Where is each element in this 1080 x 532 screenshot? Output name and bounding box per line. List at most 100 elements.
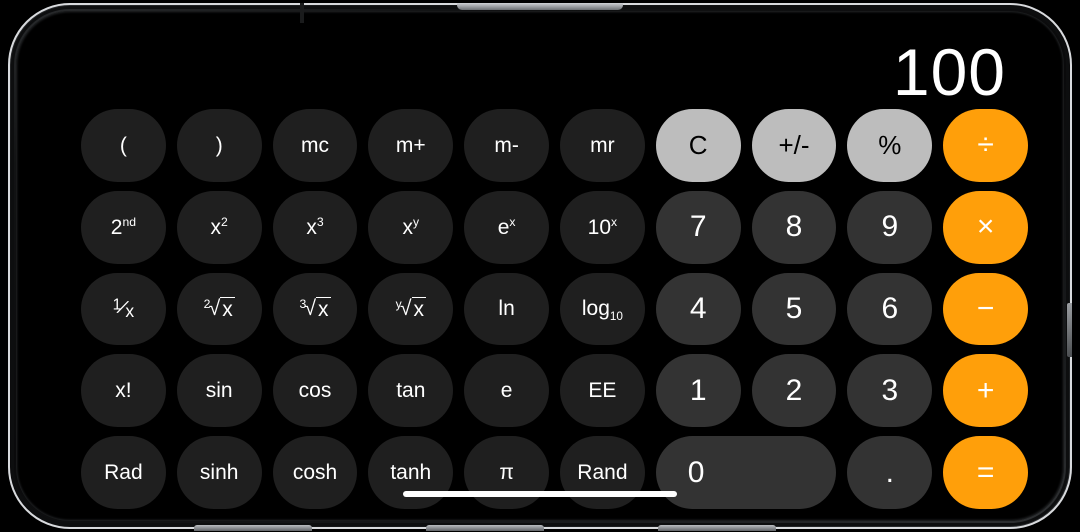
key-square-root-label: 2 √ x [203, 296, 235, 322]
key-factorial[interactable]: x! [81, 354, 166, 428]
key-0[interactable]: 0 [655, 436, 837, 509]
key-2[interactable]: 2 [751, 354, 837, 428]
key-cube-root-label: 3 √ x [299, 296, 331, 322]
key-divide[interactable]: ÷ [943, 109, 1028, 182]
key-e-power-x-label: ex [497, 214, 516, 239]
display-value: 100 [892, 35, 1006, 109]
key-rad-label: Rad [104, 461, 143, 485]
key-sign-toggle-label: +/- [778, 130, 810, 161]
key-sign-toggle[interactable]: +/- [751, 109, 837, 182]
key-2-label: 2 [785, 373, 803, 407]
key-mc-label: mc [300, 133, 329, 157]
key-close-paren-label: ) [215, 133, 223, 157]
key-x-squared-label: x2 [210, 214, 228, 239]
key-rand[interactable]: Rand [560, 436, 645, 509]
key-tan[interactable]: tan [368, 354, 454, 428]
key-equals-label: = [976, 455, 995, 489]
key-7[interactable]: 7 [655, 190, 741, 264]
key-mc[interactable]: mc [272, 109, 358, 182]
key-9-label: 9 [881, 210, 899, 244]
key-subtract[interactable]: − [943, 272, 1028, 346]
key-cube-root[interactable]: 3 √ x [272, 272, 358, 346]
key-ln[interactable]: ln [464, 272, 549, 346]
key-ten-power-x-label: 10x [587, 214, 618, 239]
bottom-edge-detail-left [194, 525, 312, 531]
phone-notch-bar [457, 3, 623, 10]
key-m-minus[interactable]: m- [464, 109, 549, 182]
key-second[interactable]: 2nd [81, 190, 166, 264]
key-clear[interactable]: C [655, 109, 741, 182]
calculator-display: 100 [30, 23, 1050, 109]
key-close-paren[interactable]: ) [176, 109, 262, 182]
bottom-edge-detail-right [658, 525, 776, 531]
key-decimal-label: . [885, 455, 894, 489]
key-reciprocal-label: 1 ⁄ x [112, 296, 135, 322]
key-second-label: 2nd [110, 214, 137, 239]
key-clear-label: C [688, 130, 708, 161]
key-m-minus-label: m- [494, 133, 519, 157]
key-8-label: 8 [785, 210, 803, 244]
key-sin[interactable]: sin [176, 354, 262, 428]
key-6[interactable]: 6 [847, 272, 933, 346]
key-7-label: 7 [689, 210, 707, 244]
key-add[interactable]: + [943, 354, 1028, 428]
key-euler[interactable]: e [464, 354, 549, 428]
key-x-cubed[interactable]: x3 [272, 190, 358, 264]
key-sinh[interactable]: sinh [176, 436, 262, 509]
key-pi[interactable]: π [464, 436, 549, 509]
key-factorial-label: x! [115, 379, 132, 403]
key-6-label: 6 [881, 291, 899, 325]
key-3[interactable]: 3 [847, 354, 933, 428]
phone-screen: 100 () mc m+ m-mr C +/-% ÷ 2nd x2 x3 xy ex 10x 7 8 9 × 1 ⁄… [30, 23, 1050, 509]
key-ten-power-x[interactable]: 10x [560, 190, 645, 264]
key-x-squared[interactable]: x2 [176, 190, 262, 264]
key-ln-label: ln [498, 297, 515, 321]
key-m-plus[interactable]: m+ [368, 109, 454, 182]
key-open-paren[interactable]: ( [81, 109, 166, 182]
key-4-label: 4 [689, 291, 707, 325]
key-tanh-label: tanh [390, 461, 432, 485]
key-4[interactable]: 4 [655, 272, 741, 346]
key-decimal[interactable]: . [847, 436, 933, 509]
bottom-edge-detail-center [426, 525, 544, 531]
key-ee[interactable]: EE [560, 354, 645, 428]
key-cosh[interactable]: cosh [272, 436, 358, 509]
key-0-label: 0 [687, 455, 705, 489]
key-cos-label: cos [298, 379, 332, 403]
key-add-label: + [976, 373, 995, 407]
key-rad[interactable]: Rad [81, 436, 166, 509]
key-rand-label: Rand [577, 461, 628, 485]
key-cosh-label: cosh [292, 461, 338, 485]
key-1[interactable]: 1 [655, 354, 741, 428]
phone-frame: 100 () mc m+ m-mr C +/-% ÷ 2nd x2 x3 xy ex 10x 7 8 9 × 1 ⁄… [8, 3, 1072, 531]
key-9[interactable]: 9 [847, 190, 933, 264]
key-open-paren-label: ( [119, 133, 127, 157]
key-nth-root-label: y √ x [395, 296, 426, 322]
key-square-root[interactable]: 2 √ x [176, 272, 262, 346]
key-log10-label: log10 [581, 297, 623, 324]
side-button[interactable] [1067, 303, 1072, 357]
key-sinh-label: sinh [199, 461, 239, 485]
key-log10[interactable]: log10 [560, 272, 645, 346]
key-m-plus-label: m+ [395, 133, 426, 157]
key-nth-root[interactable]: y √ x [368, 272, 454, 346]
key-equals[interactable]: = [943, 436, 1028, 509]
key-percent-label: % [878, 130, 902, 161]
key-pi-label: π [499, 461, 514, 485]
key-e-power-x[interactable]: ex [464, 190, 549, 264]
key-ee-label: EE [588, 379, 617, 403]
calculator-keypad: () mc m+ m-mr C +/-% ÷ 2nd x2 x3 xy ex 10x 7 8 9 × 1 ⁄ x 2 √ x… [30, 109, 1050, 509]
key-reciprocal[interactable]: 1 ⁄ x [81, 272, 166, 346]
key-euler-label: e [500, 379, 513, 403]
key-5[interactable]: 5 [751, 272, 837, 346]
key-8[interactable]: 8 [751, 190, 837, 264]
calculator-app: 100 () mc m+ m-mr C +/-% ÷ 2nd x2 x3 xy ex 10x 7 8 9 × 1 ⁄… [30, 23, 1050, 509]
key-sin-label: sin [205, 379, 233, 403]
home-indicator[interactable] [403, 491, 677, 497]
key-multiply[interactable]: × [943, 190, 1028, 264]
key-percent[interactable]: % [847, 109, 933, 182]
key-mr[interactable]: mr [560, 109, 645, 182]
key-x-power-y[interactable]: xy [368, 190, 454, 264]
key-tanh[interactable]: tanh [368, 436, 454, 509]
key-cos[interactable]: cos [272, 354, 358, 428]
